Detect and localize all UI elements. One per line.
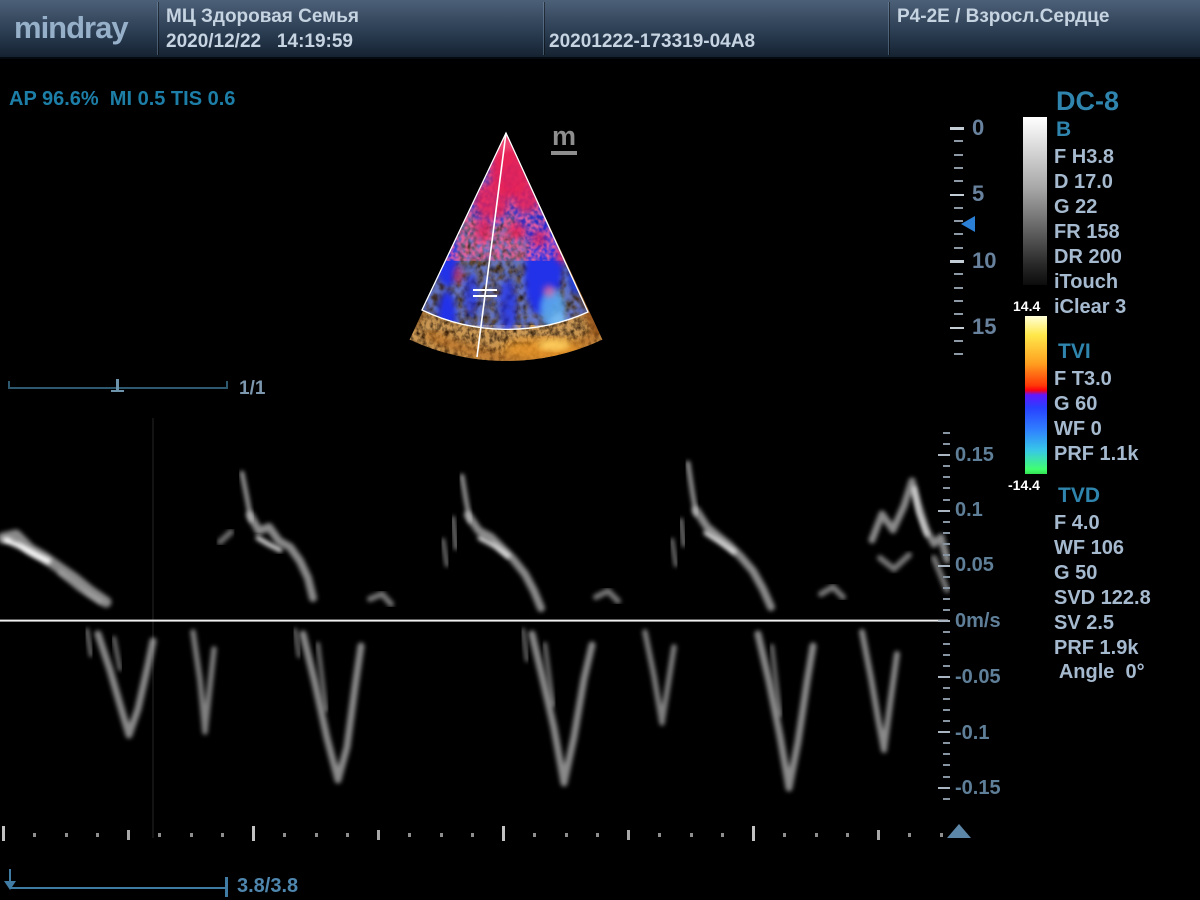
spectral-doppler-trace bbox=[0, 418, 950, 850]
depth-label: 5 bbox=[972, 181, 984, 207]
clinic-name: МЦ Здоровая Семья bbox=[166, 6, 359, 28]
bmode-param: iClear 3 bbox=[1054, 296, 1126, 319]
tvi-param: G 60 bbox=[1054, 393, 1097, 416]
grayscale-bar bbox=[1023, 117, 1047, 285]
tvd-param: SV 2.5 bbox=[1054, 612, 1114, 635]
header-divider bbox=[888, 2, 889, 55]
tvd-param: F 4.0 bbox=[1054, 512, 1100, 535]
probe-preset: P4-2E / Взросл.Сердце bbox=[897, 6, 1109, 28]
frame-boundary-line bbox=[153, 418, 154, 838]
time-axis-ticks bbox=[2, 826, 946, 842]
depth-ruler bbox=[950, 127, 966, 363]
bmode-param: DR 200 bbox=[1054, 246, 1122, 269]
tvi-param: PRF 1.1k bbox=[1054, 443, 1138, 466]
header-divider bbox=[543, 2, 544, 55]
cine-frame-count: 1/1 bbox=[239, 378, 265, 400]
header-divider bbox=[157, 2, 158, 55]
bmode-param: G 22 bbox=[1054, 196, 1097, 219]
velocity-axis-label: -0.15 bbox=[955, 777, 1001, 800]
velocity-axis-label: 0.1 bbox=[955, 499, 983, 522]
sweep-time-readout: 3.8/3.8 bbox=[237, 875, 298, 898]
tvd-param: WF 106 bbox=[1054, 537, 1124, 560]
tvi-param: WF 0 bbox=[1054, 418, 1102, 441]
bmode-param: iTouch bbox=[1054, 271, 1118, 294]
color-doppler-scale-bar bbox=[1025, 316, 1047, 474]
spectral-baseline bbox=[0, 620, 948, 622]
bmode-param: FR 158 bbox=[1054, 221, 1120, 244]
baseline-shift-arrow[interactable] bbox=[947, 824, 971, 838]
header-bar: mindray МЦ Здоровая Семья 2020/12/22 14:… bbox=[0, 0, 1200, 59]
tvd-param: Angle 0° bbox=[1054, 661, 1145, 684]
exam-id: 20201222-173319-04A8 bbox=[549, 31, 755, 53]
velocity-axis-label: 0.05 bbox=[955, 554, 994, 577]
sweep-end-marker bbox=[225, 877, 228, 897]
tvd-param: G 50 bbox=[1054, 562, 1097, 585]
acoustic-output-readout: AP 96.6% MI 0.5 TIS 0.6 bbox=[9, 88, 235, 111]
tvd-section-title: TVD bbox=[1058, 484, 1100, 508]
bmode-section-title: B bbox=[1056, 118, 1071, 142]
depth-label: 10 bbox=[972, 248, 996, 274]
focus-position-arrow[interactable] bbox=[961, 216, 975, 232]
mode-marker: m bbox=[551, 123, 577, 155]
velocity-scale-max: 14.4 bbox=[1013, 298, 1040, 314]
probe-model: DC-8 bbox=[1056, 86, 1119, 117]
datetime: 2020/12/22 14:19:59 bbox=[166, 31, 353, 53]
tvi-section-title: TVI bbox=[1058, 340, 1091, 364]
ultrasound-screen: mindray МЦ Здоровая Семья 2020/12/22 14:… bbox=[0, 0, 1200, 900]
velocity-axis-ticks bbox=[938, 418, 950, 838]
depth-label: 15 bbox=[972, 314, 996, 340]
ultrasound-sector-image bbox=[340, 95, 680, 385]
velocity-scale-min: -14.4 bbox=[1008, 477, 1040, 493]
tvd-param: PRF 1.9k bbox=[1054, 637, 1138, 660]
tvd-param: SVD 122.8 bbox=[1054, 587, 1151, 610]
bmode-param: D 17.0 bbox=[1054, 171, 1113, 194]
velocity-axis-label: -0.1 bbox=[955, 722, 989, 745]
velocity-axis-label: -0.05 bbox=[955, 666, 1001, 689]
tvi-param: F T3.0 bbox=[1054, 368, 1112, 391]
brand-logo: mindray bbox=[14, 10, 128, 46]
depth-label: 0 bbox=[972, 115, 984, 141]
sweep-start-marker bbox=[4, 881, 16, 890]
velocity-axis-label: 0m/s bbox=[955, 610, 1001, 633]
velocity-axis-label: 0.15 bbox=[955, 444, 994, 467]
bmode-param: F H3.8 bbox=[1054, 146, 1114, 169]
spectral-waveform bbox=[3, 463, 947, 788]
